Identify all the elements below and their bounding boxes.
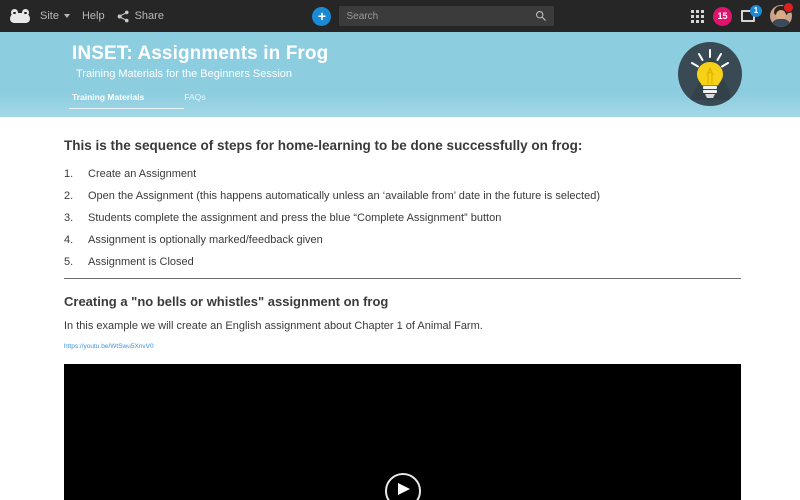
step-number: 3. [64, 212, 74, 224]
step-text: Students complete the assignment and pre… [88, 212, 502, 224]
apps-grid-icon[interactable] [690, 9, 704, 23]
page-subtitle: Training Materials for the Beginners Ses… [76, 68, 293, 80]
section-heading: Creating a "no bells or whistles" assign… [64, 294, 389, 309]
step-text: Create an Assignment [88, 168, 197, 180]
section-paragraph: In this example we will create an Englis… [64, 320, 483, 332]
video-player[interactable] [64, 364, 741, 500]
share-icon [117, 10, 129, 22]
frog-logo-icon[interactable] [10, 9, 30, 23]
messages-count-badge: 1 [749, 5, 762, 17]
tab-faqs[interactable]: FAQs [184, 92, 205, 109]
search-icon[interactable] [535, 10, 547, 22]
step-number: 1. [64, 168, 74, 180]
nav-share-button[interactable]: Share [117, 10, 164, 23]
page-title: INSET: Assignments in Frog [72, 43, 329, 64]
chevron-down-icon [63, 14, 70, 18]
steps-list: 1. Create an Assignment 2. Open the Assi… [64, 163, 754, 273]
list-item: 1. Create an Assignment [64, 163, 754, 185]
video-url-link[interactable]: https://youtu.be/WtSwu5XnvV0 [64, 343, 154, 350]
step-number: 5. [64, 256, 74, 268]
top-navigation-bar: Site Help Share + 15 1 [0, 0, 800, 32]
step-number: 4. [64, 234, 74, 246]
step-text: Assignment is optionally marked/feedback… [88, 234, 323, 246]
tab-training-materials[interactable]: Training Materials [68, 92, 185, 109]
page-tabs: Training Materials FAQs [68, 92, 246, 109]
nav-site-label: Site [40, 10, 59, 22]
step-text: Open the Assignment (this happens automa… [88, 190, 600, 202]
list-item: 4. Assignment is optionally marked/feedb… [64, 229, 754, 251]
nav-help-link[interactable]: Help [82, 10, 105, 22]
nav-share-label: Share [134, 10, 164, 22]
lightbulb-badge [678, 42, 742, 106]
play-button-icon[interactable] [384, 473, 421, 500]
section-divider [64, 278, 741, 279]
user-avatar-button[interactable] [769, 2, 794, 27]
list-item: 2. Open the Assignment (this happens aut… [64, 185, 754, 207]
messages-button[interactable]: 1 [740, 5, 762, 25]
main-content: This is the sequence of steps for home-l… [0, 117, 800, 500]
step-number: 2. [64, 190, 74, 202]
search-input[interactable] [346, 10, 536, 22]
search-box[interactable] [339, 6, 555, 26]
lightbulb-icon [690, 49, 730, 100]
nav-site-menu[interactable]: Site [40, 10, 70, 22]
intro-paragraph: This is the sequence of steps for home-l… [64, 138, 583, 153]
create-new-button[interactable]: + [312, 6, 332, 26]
notification-count-badge[interactable]: 15 [712, 6, 732, 26]
avatar-alert-badge [782, 2, 794, 13]
step-text: Assignment is Closed [88, 256, 194, 268]
topbar-tools: 15 1 [690, 2, 794, 27]
page-header-banner: INSET: Assignments in Frog Training Mate… [0, 32, 800, 117]
list-item: 5. Assignment is Closed [64, 251, 754, 273]
list-item: 3. Students complete the assignment and … [64, 207, 754, 229]
